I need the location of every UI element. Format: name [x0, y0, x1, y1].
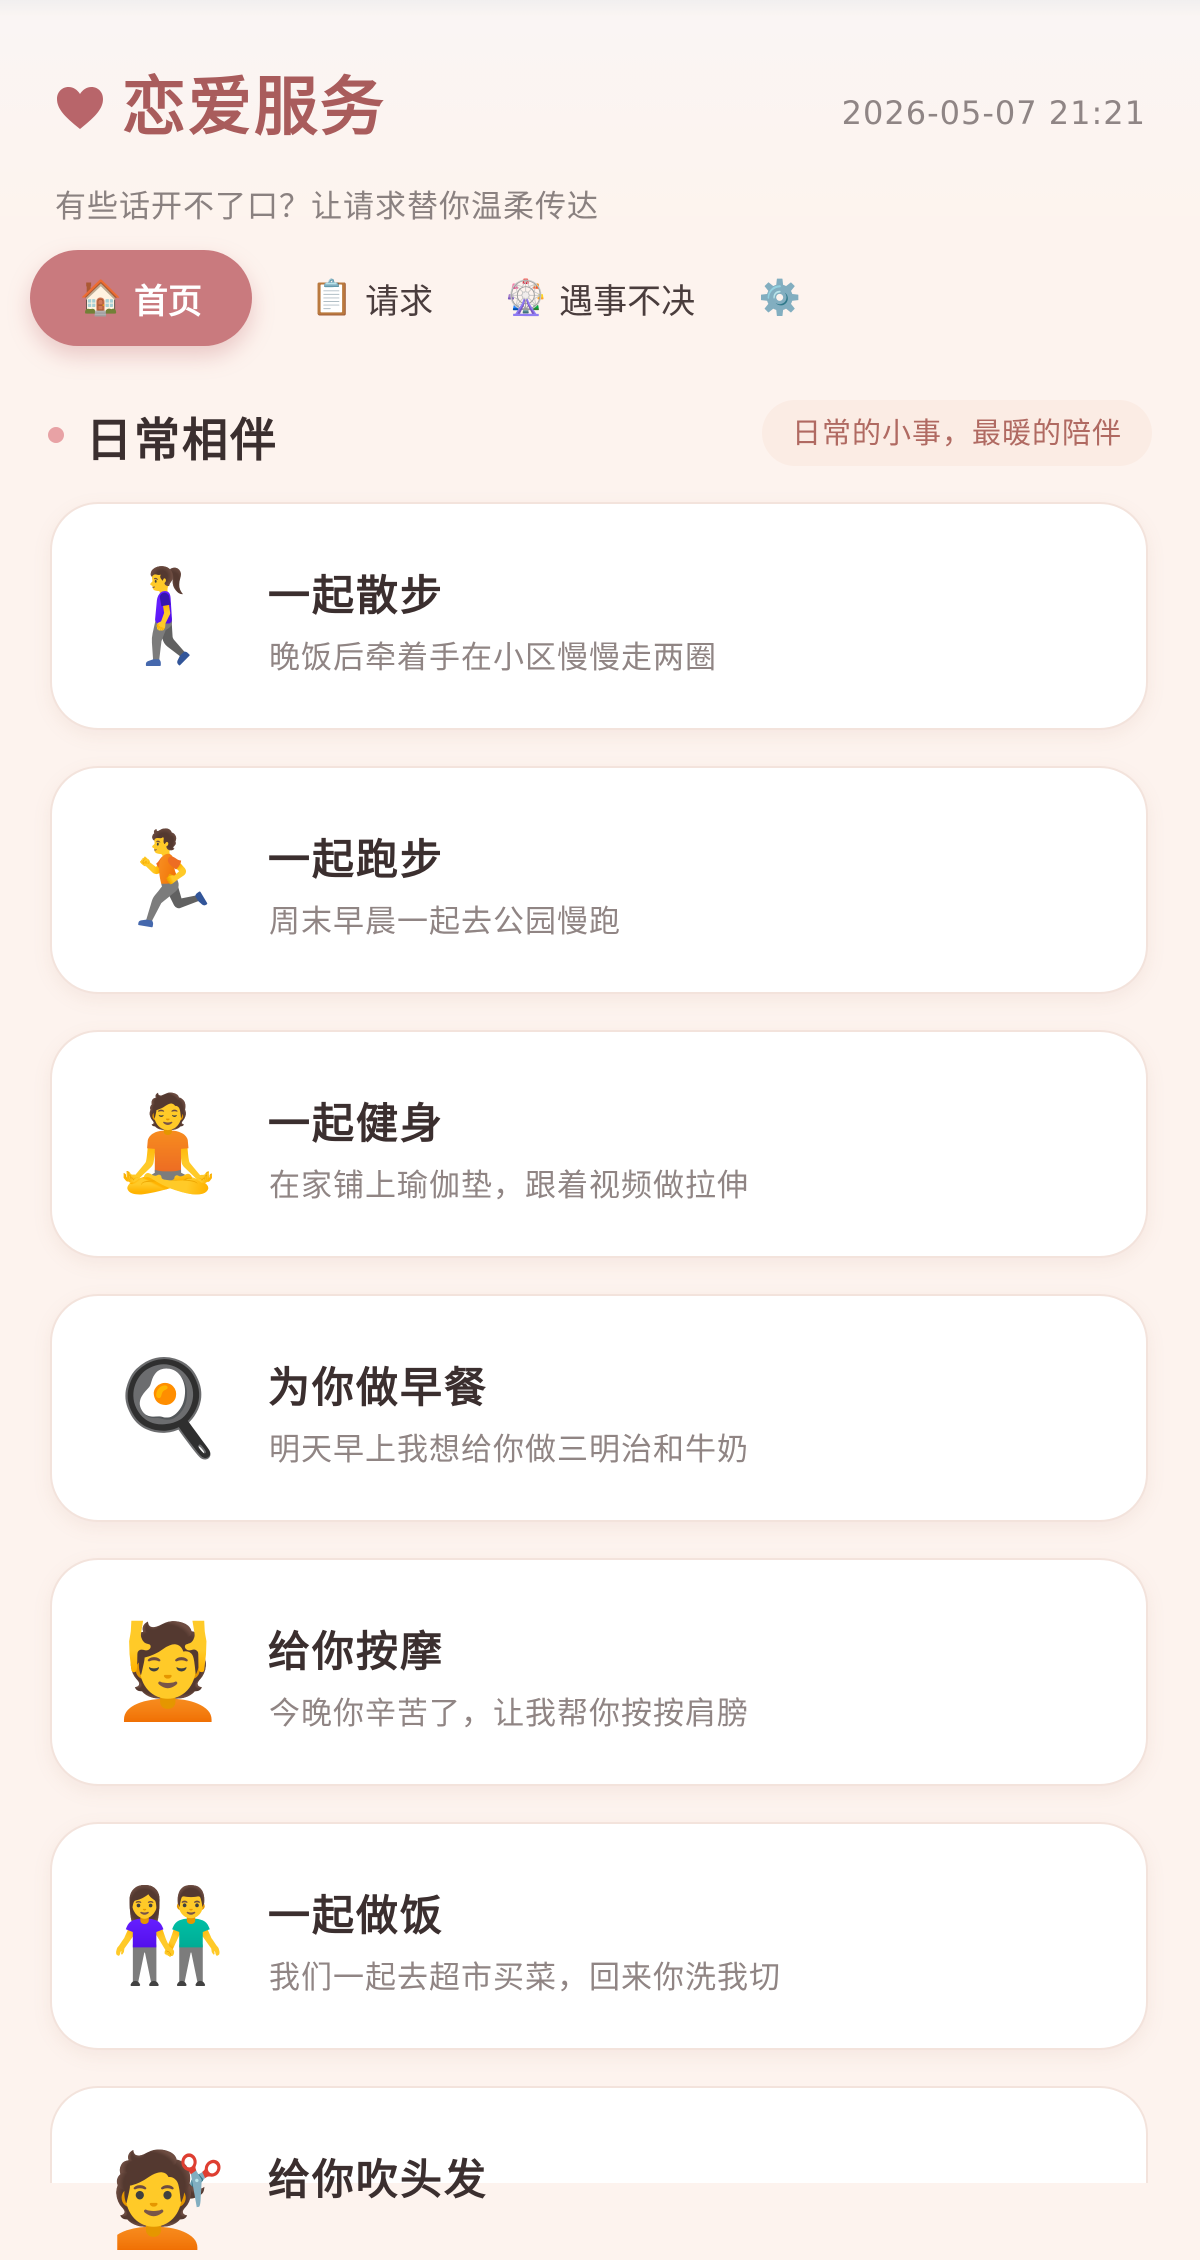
tab-undecided-label: 遇事不决	[559, 281, 696, 322]
house-icon: 🏠	[79, 278, 123, 318]
card-title: 给你吹头发	[268, 2155, 489, 2204]
person-massage-icon: 💆	[110, 1618, 226, 1725]
card-title: 一起做饭	[268, 1891, 445, 1940]
service-card-massage[interactable]: 💆 给你按摩 今晚你辛苦了，让我帮你按按肩膀	[50, 1558, 1148, 1786]
gear-icon: ⚙️	[758, 278, 802, 318]
tab-settings[interactable]: ⚙️	[728, 250, 844, 346]
section-tagline: 日常的小事，最暖的陪伴	[761, 400, 1152, 466]
person-running-icon: 🏃	[110, 826, 226, 933]
section-header: 日常相伴 日常的小事，最暖的陪伴	[48, 398, 1152, 470]
service-card-cook[interactable]: 👫 一起做饭 我们一起去超市买菜，回来你洗我切	[50, 1822, 1148, 2050]
tab-undecided[interactable]: 🎡 遇事不决	[492, 250, 708, 346]
card-title: 一起散步	[268, 571, 445, 620]
haircut-icon: 💇	[110, 2146, 226, 2253]
person-yoga-icon: 🧘	[110, 1090, 226, 1197]
tab-bar: 🏠 首页 📋 请求 🎡 遇事不决 ⚙️	[30, 250, 844, 346]
section-title: 日常相伴	[86, 413, 278, 467]
card-title: 一起跑步	[268, 835, 445, 884]
status-bar	[0, 0, 1200, 16]
service-card-fitness[interactable]: 🧘 一起健身 在家铺上瑜伽垫，跟着视频做拉伸	[50, 1030, 1148, 1258]
card-title: 一起健身	[268, 1099, 445, 1148]
card-title: 为你做早餐	[268, 1363, 489, 1412]
brand: 恋爱服务	[52, 68, 386, 148]
clipboard-icon: 📋	[310, 278, 354, 318]
section-dot	[48, 427, 64, 443]
app-subtitle: 有些话开不了口？让请求替你温柔传达	[55, 189, 599, 225]
app-title: 恋爱服务	[122, 71, 386, 145]
datetime: 2026-05-07 21:21	[841, 94, 1146, 132]
heart-icon	[52, 80, 108, 136]
card-title: 给你按摩	[268, 1627, 445, 1676]
frying-pan-egg-icon: 🍳	[110, 1354, 226, 1461]
ferris-wheel-icon: 🎡	[504, 278, 548, 318]
couple-holding-hands-icon: 👫	[110, 1882, 226, 1989]
service-card-run[interactable]: 🏃 一起跑步 周末早晨一起去公园慢跑	[50, 766, 1148, 994]
service-card-breakfast[interactable]: 🍳 为你做早餐 明天早上我想给你做三明治和牛奶	[50, 1294, 1148, 1522]
person-walking-icon: 🚶‍♀️	[110, 562, 226, 669]
card-desc: 今晚你辛苦了，让我帮你按按肩膀	[269, 1696, 749, 1732]
app-header: 恋爱服务 2026-05-07 21:21 有些话开不了口？让请求替你温柔传达	[0, 16, 1200, 225]
service-card-blowdry[interactable]: 💇 给你吹头发	[50, 2086, 1148, 2246]
service-card-walk[interactable]: 🚶‍♀️ 一起散步 晚饭后牵着手在小区慢慢走两圈	[50, 502, 1148, 730]
card-desc: 在家铺上瑜伽垫，跟着视频做拉伸	[269, 1168, 749, 1204]
card-desc: 周末早晨一起去公园慢跑	[269, 904, 621, 940]
tab-requests[interactable]: 📋 请求	[252, 250, 492, 346]
card-desc: 我们一起去超市买菜，回来你洗我切	[269, 1960, 781, 1996]
tab-home[interactable]: 🏠 首页	[30, 250, 252, 346]
tab-home-label: 首页	[134, 281, 203, 322]
tab-requests-label: 请求	[365, 281, 434, 322]
card-desc: 明天早上我想给你做三明治和牛奶	[269, 1432, 749, 1468]
card-desc: 晚饭后牵着手在小区慢慢走两圈	[269, 640, 717, 676]
